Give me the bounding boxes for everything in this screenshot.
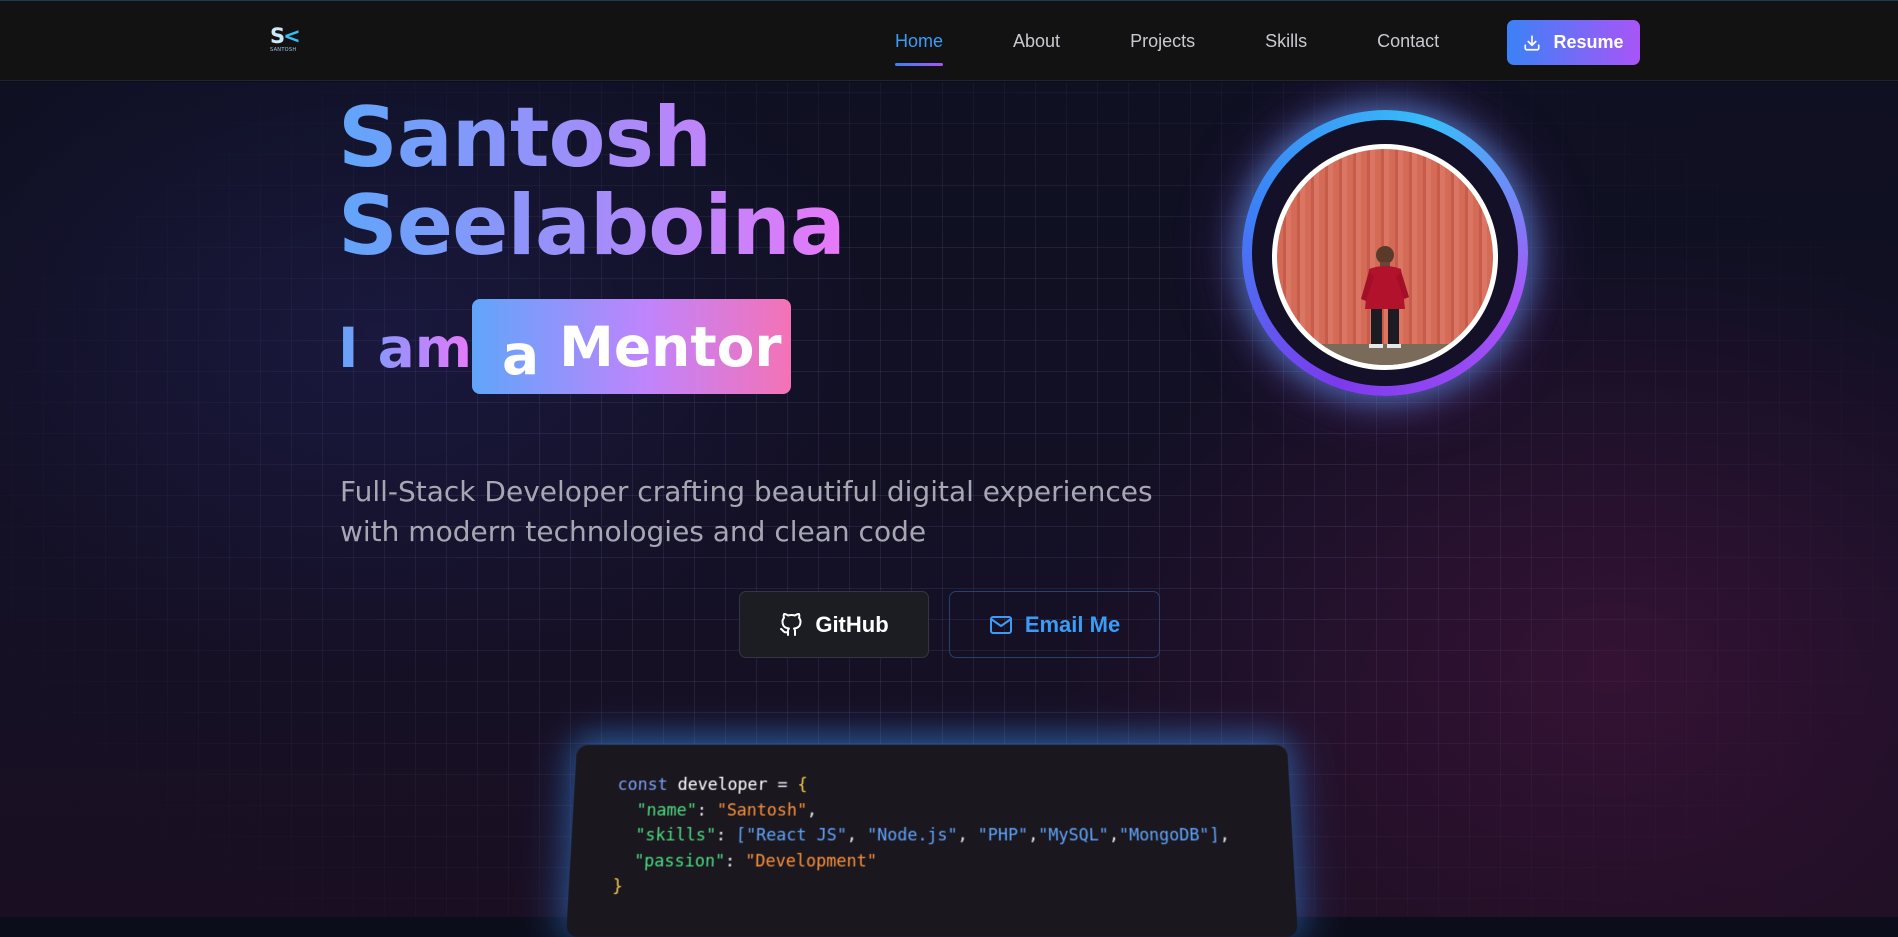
nav-link-home[interactable]: Home	[895, 23, 944, 66]
code-skill: "Node.js"	[866, 826, 958, 846]
code-skill: "MongoDB"	[1118, 826, 1210, 846]
role-article: a	[502, 322, 540, 387]
last-name: Seelaboina	[338, 177, 845, 274]
github-button[interactable]: GitHub	[739, 591, 929, 658]
download-icon	[1524, 34, 1541, 51]
nav-link-projects[interactable]: Projects	[1130, 23, 1195, 60]
nav-link-skills[interactable]: Skills	[1265, 23, 1307, 60]
code-skill: "PHP"	[977, 826, 1029, 846]
email-label: Email Me	[1024, 611, 1121, 637]
resume-button[interactable]: Resume	[1507, 20, 1640, 65]
code-identifier: developer	[677, 775, 768, 795]
tagline-line-1: Full-Stack Developer crafting beautiful …	[340, 475, 1153, 508]
mail-icon	[989, 615, 1012, 634]
hero-tagline: Full-Stack Developer crafting beautiful …	[340, 472, 1160, 552]
email-button[interactable]: Email Me	[949, 591, 1160, 658]
code-key-passion: "passion"	[633, 851, 726, 871]
site-logo[interactable]: S< SANTOSH	[270, 26, 304, 56]
navbar: S< SANTOSH Home About Projects Skills Co…	[0, 0, 1898, 81]
role-highlight: a Mentor	[472, 299, 791, 394]
first-name: Santosh	[338, 89, 712, 186]
tagline-line-2: with modern technologies and clean code	[340, 515, 927, 548]
code-skill: "React JS"	[745, 826, 847, 846]
nav-link-about[interactable]: About	[1013, 23, 1060, 60]
code-key-skills: "skills"	[634, 826, 717, 846]
code-key-name: "name"	[635, 800, 698, 820]
code-value-passion: "Development"	[745, 851, 877, 871]
hero-name: Santosh Seelaboina	[338, 94, 845, 270]
code-card: const developer = { "name": "Santosh", "…	[566, 744, 1298, 937]
role-word: Mentor	[559, 314, 782, 379]
avatar	[1272, 144, 1498, 370]
code-snippet: const developer = { "name": "Santosh", "…	[612, 775, 1231, 897]
logo-mark: S<	[270, 24, 301, 48]
code-skill: "MySQL"	[1038, 826, 1110, 846]
code-value-name: "Santosh"	[716, 800, 808, 820]
nav-links: Home About Projects Skills Contact	[895, 1, 1509, 82]
profile-photo	[1277, 246, 1493, 365]
nav-link-contact[interactable]: Contact	[1377, 23, 1439, 60]
resume-label: Resume	[1553, 32, 1624, 52]
code-keyword: const	[617, 775, 669, 795]
github-label: GitHub	[815, 611, 889, 637]
github-icon	[780, 612, 802, 636]
role-prefix: I am	[338, 316, 473, 380]
